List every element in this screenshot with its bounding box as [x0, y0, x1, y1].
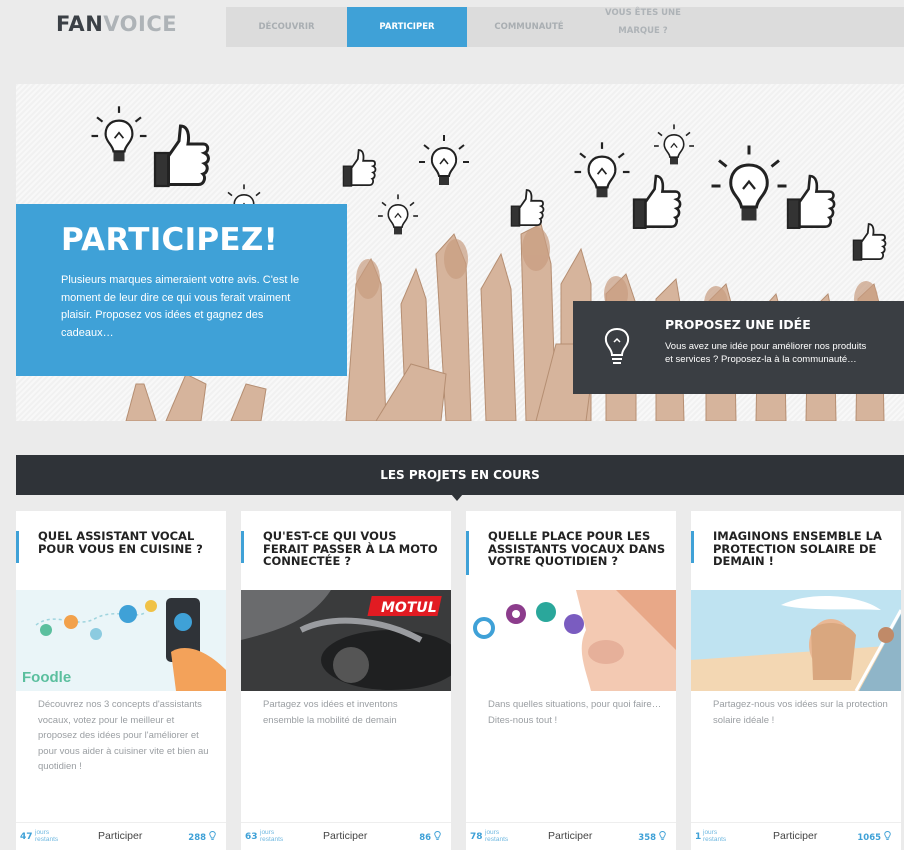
nav-tab-discover[interactable]: Découvrir	[226, 7, 347, 47]
hero-title: PARTICIPEZ!	[61, 222, 279, 258]
card-accent-bar	[466, 531, 469, 575]
days-remaining-label: jours restants	[485, 829, 508, 843]
nav-brand-link[interactable]: Vous êtes une marque ?	[588, 4, 698, 40]
logo-light: VOICE	[103, 12, 178, 36]
fanvoice-logo[interactable]: FANVOICE	[56, 12, 177, 36]
lightbulb-icon	[884, 831, 891, 843]
idea-count-value: 86	[419, 833, 432, 843]
nav-tab-participate[interactable]: Participer	[347, 7, 467, 47]
propose-idea-text: Vous avez une idée pour améliorer nos pr…	[665, 341, 867, 365]
days-label-line1: jours	[35, 829, 50, 836]
days-remaining-count: 1	[695, 832, 702, 842]
project-description: Partagez-nous vos idées sur la protectio…	[713, 699, 888, 726]
days-label-line2: restants	[703, 836, 727, 843]
project-card[interactable]: Imaginons ensemble la protection solaire…	[691, 511, 901, 850]
hero-participate-panel: PARTICIPEZ! Plusieurs marques aimeraient…	[16, 204, 347, 376]
nav-brand-line1: Vous êtes une	[605, 8, 681, 18]
participate-button[interactable]: Participer	[323, 830, 367, 842]
projects-section-title: LES PROJETS EN COURS	[380, 468, 540, 482]
lightbulb-icon	[604, 327, 630, 364]
project-description: Découvrez nos 3 concepts d'assistants vo…	[38, 699, 209, 772]
days-label-line1: jours	[260, 829, 275, 836]
project-image	[691, 590, 901, 691]
project-brand-logo: Foodle	[22, 669, 71, 686]
propose-idea-title: PROPOSEZ UNE IDÉE	[665, 317, 811, 332]
idea-count-value: 288	[188, 833, 207, 843]
hero-text: Plusieurs marques aimeraient votre avis.…	[61, 274, 300, 339]
card-accent-bar	[16, 531, 19, 563]
project-description: Dans quelles situations, pour quoi faire…	[488, 699, 662, 726]
project-brand-logo: MOTUL	[381, 600, 437, 616]
project-footer: 1 jours restants Participer 1065	[691, 822, 901, 850]
idea-count: 358	[638, 831, 666, 843]
project-description: Partagez vos idées et inventons ensemble…	[263, 699, 398, 726]
idea-count: 86	[419, 831, 441, 843]
nav-tab-community[interactable]: Communauté	[467, 7, 591, 47]
project-image: MOTUL	[241, 590, 451, 691]
project-footer: 63 jours restants Participer 86	[241, 822, 451, 850]
idea-count: 1065	[857, 831, 891, 843]
participate-button[interactable]: Participer	[548, 830, 592, 842]
project-footer: 78 jours restants Participer 358	[466, 822, 676, 850]
lightbulb-icon	[434, 831, 441, 843]
project-title[interactable]: Imaginons ensemble la protection solaire…	[713, 530, 891, 568]
days-label-line2: restants	[35, 836, 59, 843]
idea-count-value: 358	[638, 833, 657, 843]
participate-button[interactable]: Participer	[773, 830, 817, 842]
project-title[interactable]: Quelle place pour les assistants vocaux …	[488, 530, 666, 568]
project-title[interactable]: Qu'est-ce qui vous ferait passer à la mo…	[263, 530, 441, 568]
page: FANVOICE Découvrir Participer Communauté…	[0, 0, 904, 850]
days-label-line1: jours	[485, 829, 500, 836]
project-footer: 47 jours restants Participer 288	[16, 822, 226, 850]
project-card[interactable]: Quelle place pour les assistants vocaux …	[466, 511, 676, 850]
card-accent-bar	[691, 531, 694, 563]
project-image	[466, 590, 676, 691]
days-remaining-count: 78	[470, 832, 483, 842]
logo-bold: FAN	[56, 12, 104, 36]
top-navigation: FANVOICE Découvrir Participer Communauté…	[0, 0, 904, 48]
participate-button[interactable]: Participer	[98, 830, 142, 842]
project-title[interactable]: Quel assistant vocal pour vous en cuisin…	[38, 530, 216, 555]
project-card[interactable]: Quel assistant vocal pour vous en cuisin…	[16, 511, 226, 850]
section-caret	[451, 494, 463, 501]
days-label-line2: restants	[485, 836, 509, 843]
card-accent-bar	[241, 531, 244, 563]
project-card[interactable]: Qu'est-ce qui vous ferait passer à la mo…	[241, 511, 451, 850]
days-remaining-label: jours restants	[260, 829, 283, 843]
lightbulb-icon	[209, 831, 216, 843]
hero-banner: PARTICIPEZ! Plusieurs marques aimeraient…	[16, 84, 904, 421]
days-remaining-label: jours restants	[35, 829, 58, 843]
nav-brand-line2: marque ?	[618, 26, 668, 36]
days-label-line1: jours	[703, 829, 718, 836]
days-remaining-count: 47	[20, 832, 33, 842]
propose-idea-panel[interactable]: PROPOSEZ UNE IDÉE Vous avez une idée pou…	[573, 301, 904, 394]
days-remaining-count: 63	[245, 832, 258, 842]
projects-section-header: LES PROJETS EN COURS	[16, 455, 904, 495]
project-image: Foodle	[16, 590, 226, 691]
idea-count-value: 1065	[857, 833, 882, 843]
days-label-line2: restants	[260, 836, 284, 843]
idea-count: 288	[188, 831, 216, 843]
lightbulb-icon	[659, 831, 666, 843]
days-remaining-label: jours restants	[703, 829, 726, 843]
